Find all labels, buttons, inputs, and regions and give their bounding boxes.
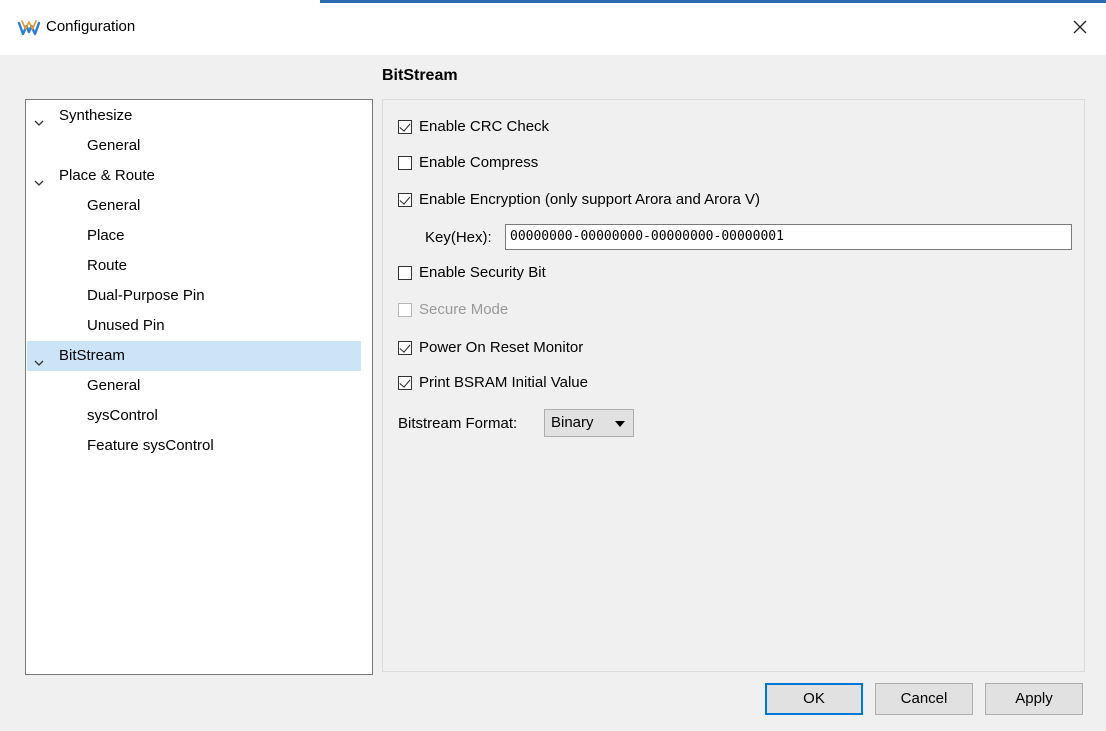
title-accent-line xyxy=(320,0,1106,3)
tree-item[interactable]: Route xyxy=(27,251,361,281)
security-bit-option[interactable]: Enable Security Bit xyxy=(398,262,546,284)
apply-button[interactable]: Apply xyxy=(985,683,1083,715)
tree-item-label: Synthesize xyxy=(59,107,133,124)
tree-item-label: Place xyxy=(87,227,125,244)
tree-item-label: Place & Route xyxy=(59,167,155,184)
tree-item[interactable]: General xyxy=(27,371,361,401)
print-bsram-checkbox[interactable] xyxy=(398,376,412,390)
security-bit-label: Enable Security Bit xyxy=(419,264,546,281)
tree-item[interactable]: Place & Route xyxy=(27,161,361,191)
compress-label: Enable Compress xyxy=(419,154,539,171)
cancel-button[interactable]: Cancel xyxy=(875,683,973,715)
dropdown-arrow-icon xyxy=(615,421,625,427)
crc-check-checkbox[interactable] xyxy=(398,120,412,134)
print-bsram-label: Print BSRAM Initial Value xyxy=(419,374,588,391)
tree-item[interactable]: Unused Pin xyxy=(27,311,361,341)
bitstream-format-label: Bitstream Format: xyxy=(398,415,518,432)
tree-item-label: sysControl xyxy=(87,407,158,424)
encryption-checkbox[interactable] xyxy=(398,193,412,207)
power-on-reset-checkbox[interactable] xyxy=(398,341,412,355)
compress-option[interactable]: Enable Compress xyxy=(398,152,538,174)
bitstream-format-select[interactable]: Binary xyxy=(544,409,634,437)
crc-check-option[interactable]: Enable CRC Check xyxy=(398,116,549,138)
tree-item[interactable]: Place xyxy=(27,221,361,251)
secure-mode-option: Secure Mode xyxy=(398,299,508,321)
gowin-logo-icon xyxy=(17,17,41,39)
key-hex-input[interactable]: 00000000-00000000-00000000-00000001 xyxy=(505,224,1072,250)
chevron-down-icon[interactable] xyxy=(33,110,45,126)
encryption-label: Enable Encryption (only support Arora an… xyxy=(419,191,761,208)
tree-item-label: BitStream xyxy=(59,347,125,364)
bitstream-options-panel: Enable CRC Check Enable Compress Enable … xyxy=(382,99,1085,672)
tree-item[interactable]: Feature sysControl xyxy=(27,431,361,461)
encryption-option[interactable]: Enable Encryption (only support Arora an… xyxy=(398,189,760,211)
tree-item-label: Feature sysControl xyxy=(87,437,214,454)
tree-item-label: General xyxy=(87,137,141,154)
print-bsram-option[interactable]: Print BSRAM Initial Value xyxy=(398,372,588,394)
tree-item[interactable]: Dual-Purpose Pin xyxy=(27,281,361,311)
power-on-reset-label: Power On Reset Monitor xyxy=(419,339,584,356)
power-on-reset-option[interactable]: Power On Reset Monitor xyxy=(398,337,583,359)
category-tree[interactable]: Synthesize General Place & Route General Pla… xyxy=(25,99,373,675)
secure-mode-label: Secure Mode xyxy=(419,301,509,318)
title-bar[interactable]: Configuration xyxy=(0,0,1106,55)
close-icon[interactable] xyxy=(1066,13,1094,41)
tree-item[interactable]: BitStream xyxy=(27,341,361,371)
security-bit-checkbox[interactable] xyxy=(398,266,412,280)
window-title: Configuration xyxy=(46,18,136,35)
tree-item[interactable]: Synthesize xyxy=(27,101,361,131)
tree-item-label: Dual-Purpose Pin xyxy=(87,287,205,304)
page-title: BitStream xyxy=(382,67,458,84)
tree-item-label: General xyxy=(87,377,141,394)
tree-item[interactable]: sysControl xyxy=(27,401,361,431)
tree-item[interactable]: General xyxy=(27,131,361,161)
compress-checkbox[interactable] xyxy=(398,156,412,170)
configuration-dialog: Configuration BitStream Synthesize Genera… xyxy=(0,0,1106,731)
bitstream-format-value: Binary xyxy=(551,414,594,431)
tree-item[interactable]: General xyxy=(27,191,361,221)
tree-item-label: Route xyxy=(87,257,128,274)
crc-check-label: Enable CRC Check xyxy=(419,118,550,135)
ok-button[interactable]: OK xyxy=(765,683,863,715)
chevron-down-icon[interactable] xyxy=(33,170,45,186)
tree-item-label: General xyxy=(87,197,141,214)
secure-mode-checkbox xyxy=(398,303,412,317)
chevron-down-icon[interactable] xyxy=(33,350,45,366)
key-hex-label: Key(Hex): xyxy=(425,229,492,246)
tree-item-label: Unused Pin xyxy=(87,317,165,334)
